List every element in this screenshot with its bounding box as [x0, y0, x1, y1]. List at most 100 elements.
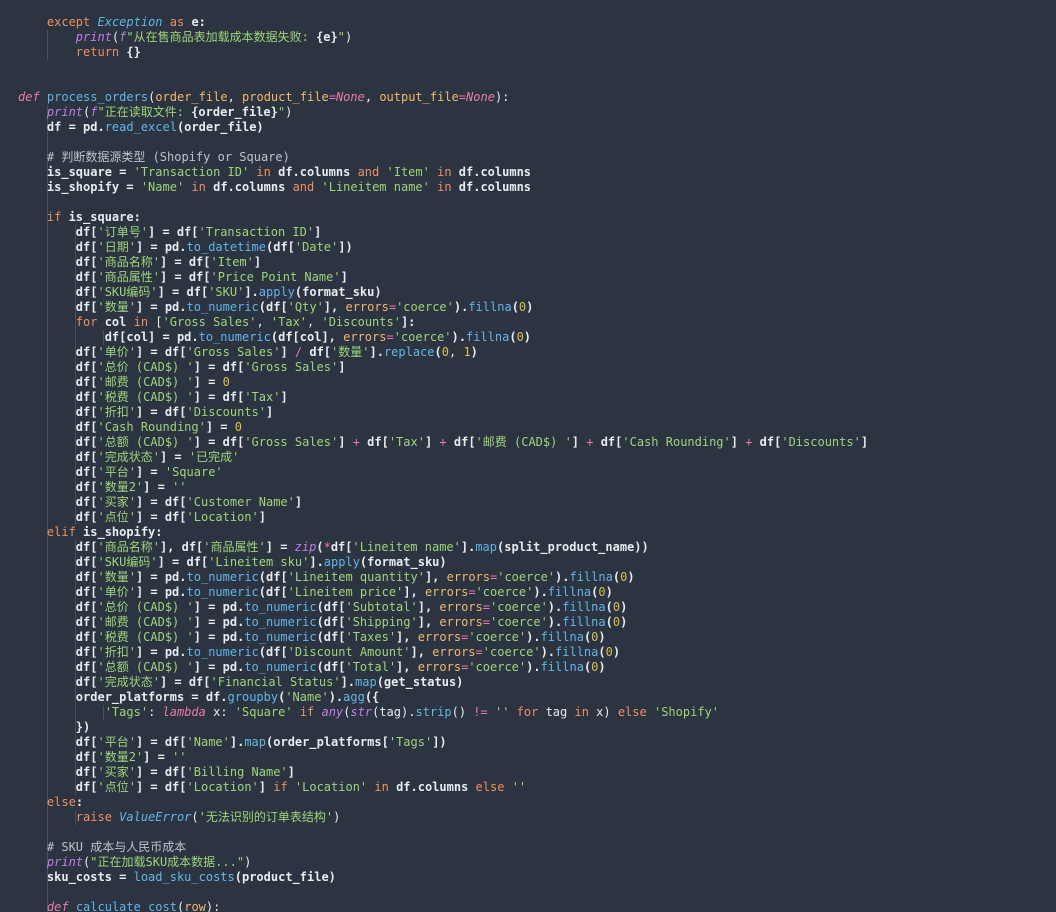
code-token: df[	[18, 750, 98, 764]
code-token: calculate_cost	[75, 900, 177, 912]
code-token: in	[256, 165, 271, 179]
code-token: to_numeric	[244, 630, 317, 644]
code-token: =	[386, 330, 394, 344]
code-token: tag	[538, 705, 575, 719]
code-line: order_platforms = df.groupby('Name').agg…	[18, 690, 379, 705]
code-line: df['平台'] = 'Square'	[18, 465, 223, 480]
code-line: print(f"从在售商品表加载成本数据失败: {e}")	[18, 30, 352, 45]
code-token: zip	[294, 540, 317, 554]
code-line: 'Tags': lambda x: 'Square' if any(str(ta…	[18, 705, 719, 720]
code-token: df[	[18, 585, 98, 599]
code-line: except Exception as e:	[18, 15, 206, 30]
code-token: 'SKU编码'	[97, 555, 158, 569]
code-token: to_numeric	[244, 660, 317, 674]
code-token: 'Name'	[140, 180, 185, 194]
code-token: 'Square'	[164, 465, 223, 479]
code-token: 'Name'	[285, 690, 329, 704]
code-token: ],	[417, 600, 440, 614]
code-token: ],	[410, 645, 433, 659]
code-token: ] = pd.	[193, 630, 245, 644]
code-token: =	[475, 645, 483, 659]
code-token: ).	[540, 645, 556, 659]
code-token: '已完成'	[188, 450, 240, 464]
code-line: print(f"正在读取文件: {order_file}")	[18, 105, 292, 120]
code-token: in	[574, 705, 589, 719]
code-token: (format_sku)	[294, 285, 382, 299]
code-token: df.columns	[205, 180, 293, 194]
code-token: ],	[323, 300, 346, 314]
code-token: (df[	[266, 240, 295, 254]
code-editor[interactable]: except Exception as e: print(f"从在售商品表加载成…	[0, 0, 1056, 912]
code-token: 0	[612, 600, 621, 614]
code-token: 'Item'	[210, 255, 254, 269]
code-token: 'Transaction ID'	[198, 225, 315, 239]
code-token: df[	[330, 540, 353, 554]
code-token: order_file	[155, 90, 228, 104]
code-token: ] = pd.	[193, 615, 245, 629]
code-line: df['商品名称'], df['商品属性'] = zip(*df['Lineit…	[18, 540, 649, 555]
code-token: 'Name'	[186, 735, 230, 749]
code-token: product_file	[242, 90, 329, 104]
code-token: fillna	[468, 300, 512, 314]
code-line: df['邮费 (CAD$) '] = pd.to_numeric(df['Shi…	[18, 615, 628, 630]
code-token: ] = df[	[135, 510, 187, 524]
code-token: ]	[253, 255, 262, 269]
code-token: print	[46, 105, 84, 119]
code-token: ]	[280, 345, 295, 359]
code-token: 'Financial Status'	[210, 675, 341, 689]
code-token: )	[523, 330, 532, 344]
code-token: print	[75, 30, 112, 44]
code-token: to_numeric	[244, 600, 317, 614]
code-token: to_numeric	[186, 300, 259, 314]
code-token: 'coerce'	[475, 585, 534, 599]
code-token: 'coerce'	[396, 300, 454, 314]
code-token: def	[46, 900, 69, 912]
code-token: ] = df[	[193, 360, 245, 374]
code-token: ],	[424, 570, 447, 584]
code-token: 'Tax'	[270, 315, 308, 329]
code-token: 'Total'	[345, 660, 397, 674]
code-token: to_datetime	[186, 240, 266, 254]
code-token: ] = pd.	[135, 240, 187, 254]
code-token: ] =	[265, 540, 295, 554]
code-token: raise	[75, 810, 112, 824]
code-token: )	[470, 345, 478, 359]
code-token: !=	[473, 705, 488, 719]
code-token: errors	[439, 615, 483, 629]
code-token: fillna	[547, 585, 592, 599]
code-token: '数量'	[97, 570, 136, 584]
code-token: any	[321, 705, 344, 719]
code-token: ,	[364, 90, 380, 104]
code-token: 'SKU'	[208, 285, 245, 299]
code-token: 'Gross Sales'	[244, 360, 339, 374]
code-token: =	[468, 585, 476, 599]
code-token: fillna	[555, 645, 599, 659]
code-token: 'Location'	[294, 780, 368, 794]
code-token: ]:	[400, 315, 416, 329]
code-token: (df[	[316, 615, 346, 629]
code-token: ).	[526, 660, 541, 674]
code-token: ]	[266, 405, 274, 419]
code-token: ] = df[	[135, 765, 187, 779]
code-line: df['订单号'] = df['Transaction ID']	[18, 225, 322, 240]
code-token: df[	[752, 435, 782, 449]
code-token: df[	[18, 270, 98, 284]
code-token: 'Tax'	[244, 390, 281, 404]
code-token: '点位'	[97, 510, 136, 524]
code-token: ] = df[	[135, 345, 187, 359]
code-token: (df[	[258, 300, 288, 314]
code-token: ]	[730, 435, 746, 449]
code-token: '单价'	[97, 345, 136, 359]
code-token: 'coerce'	[468, 630, 527, 644]
code-token: ]	[258, 780, 274, 794]
code-line: df['数量2'] = ''	[18, 750, 187, 765]
